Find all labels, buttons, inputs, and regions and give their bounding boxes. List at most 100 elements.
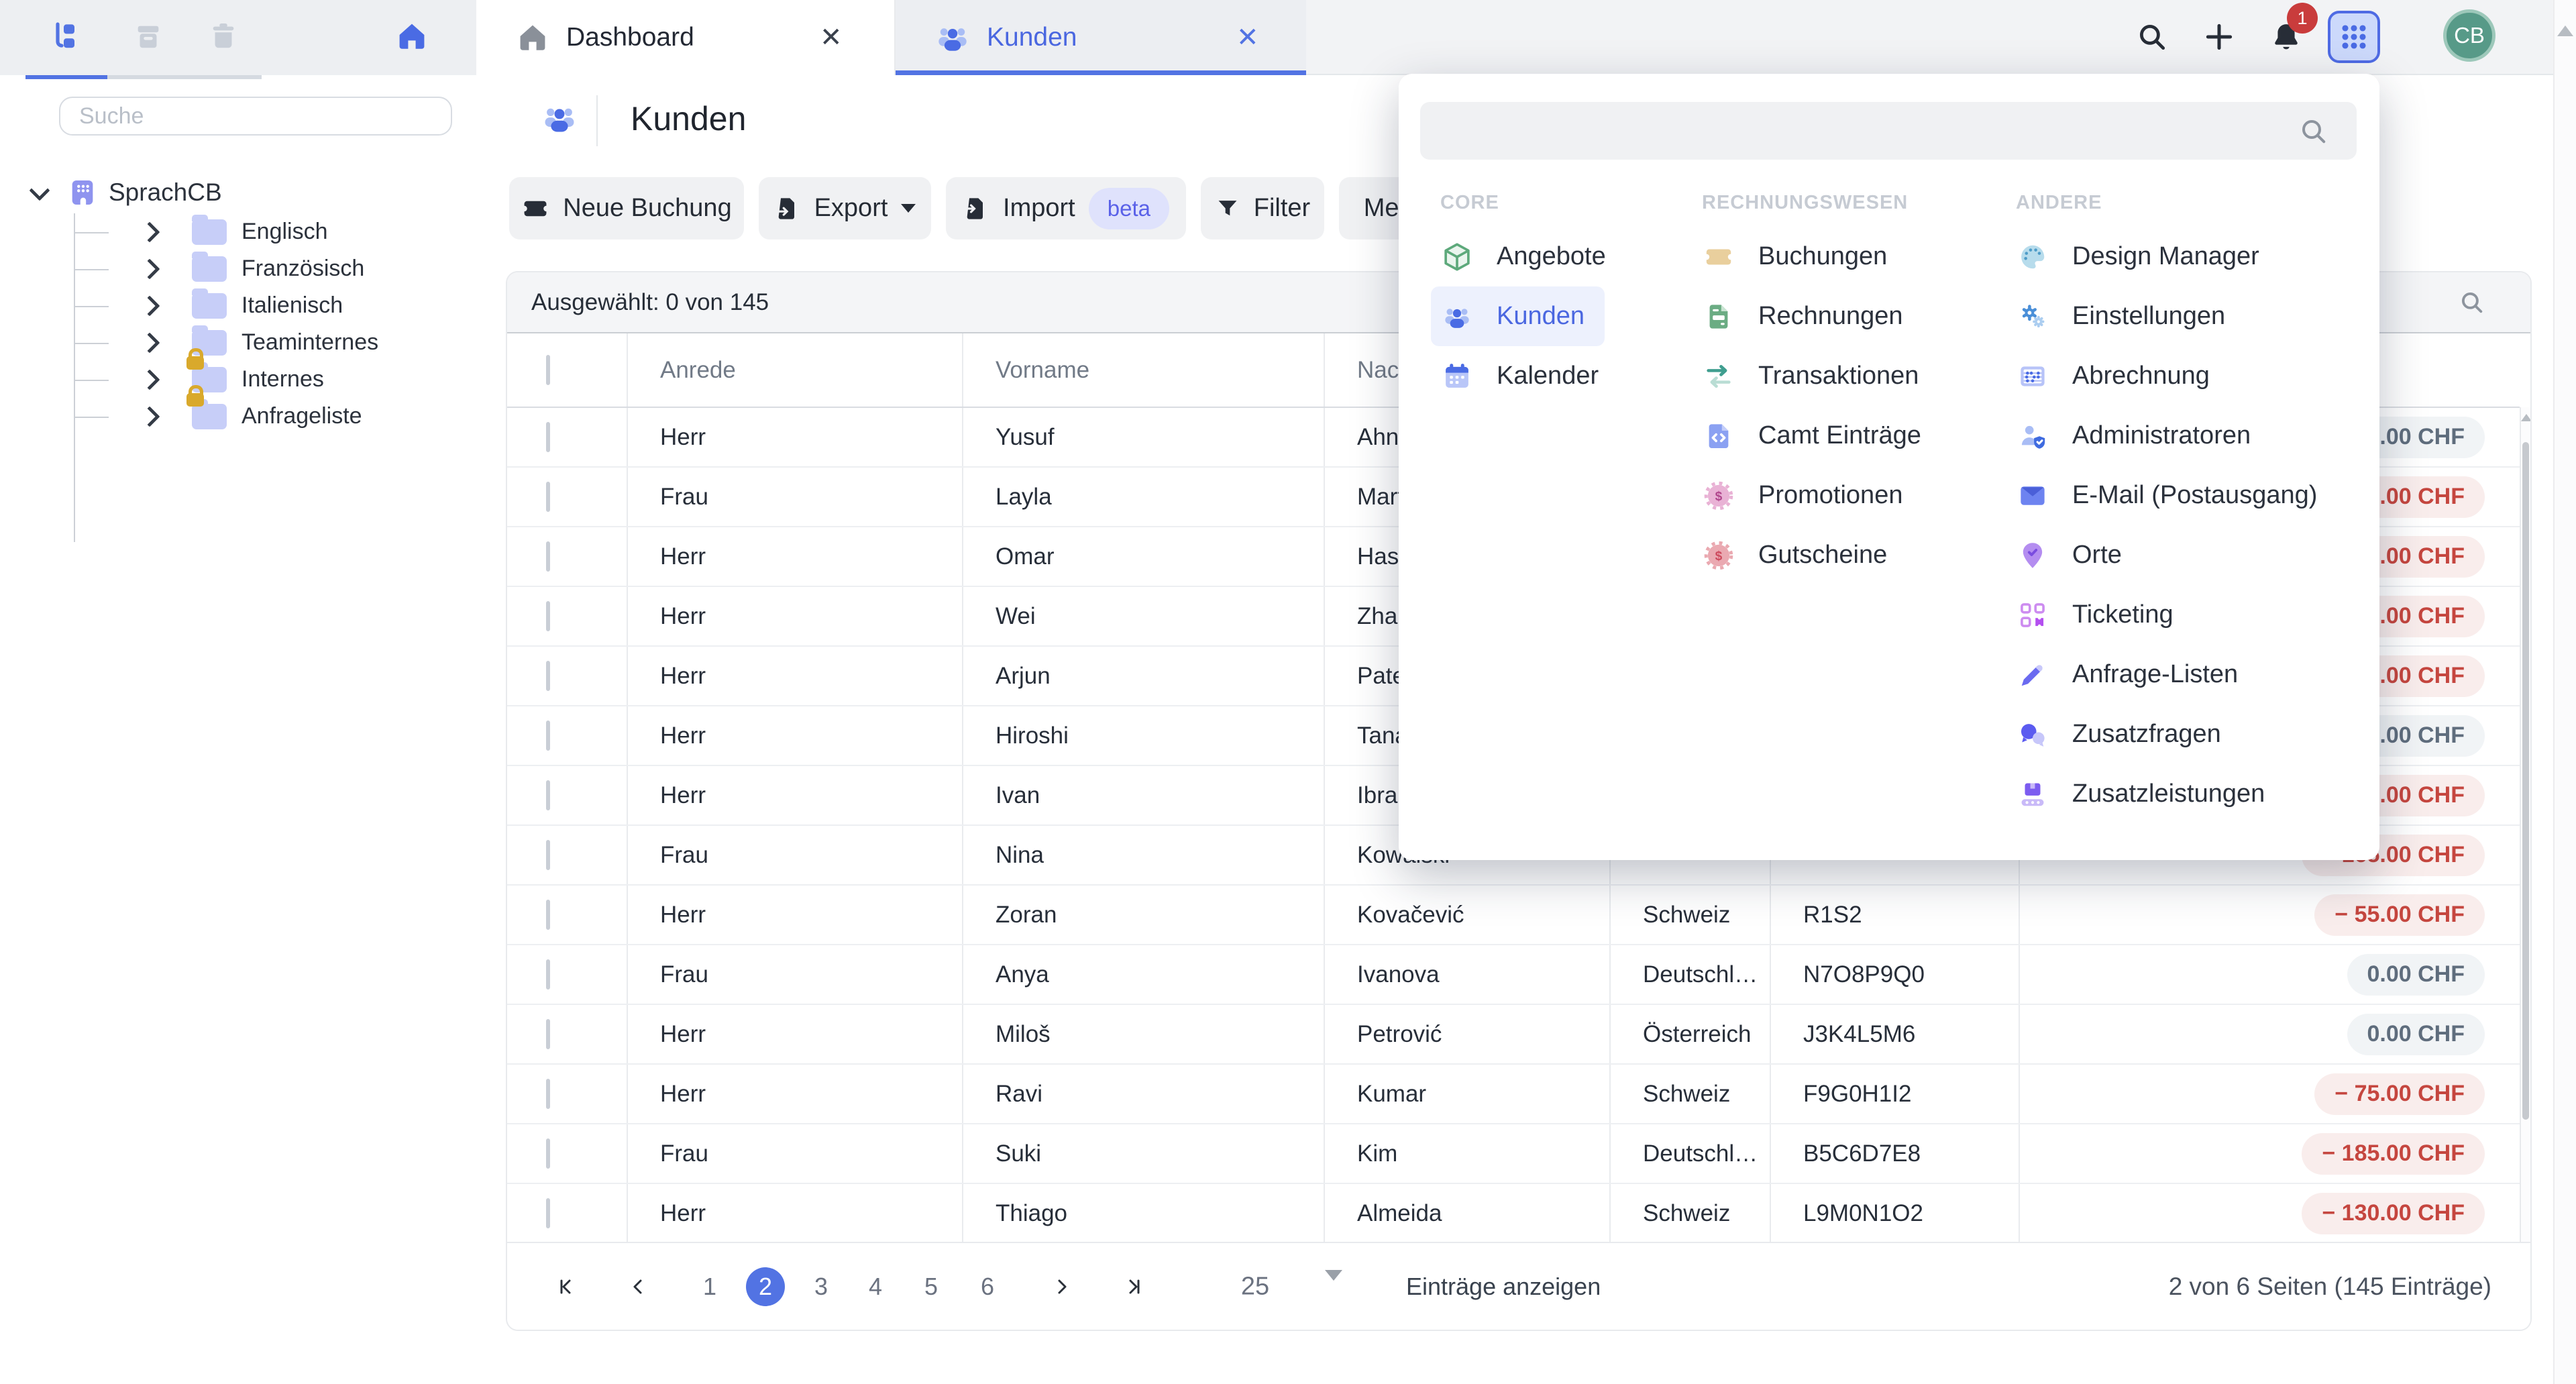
row-checkbox[interactable] — [546, 721, 550, 751]
launcher-item-zusatzfragen[interactable]: Zusatzfragen — [2006, 704, 2241, 764]
row-checkbox[interactable] — [546, 1198, 550, 1228]
row-checkbox[interactable] — [546, 959, 550, 990]
close-icon[interactable]: ✕ — [820, 22, 843, 53]
table-row[interactable]: HerrThiagoAlmeida SchweizL9M0N1O2 − 130.… — [507, 1183, 2520, 1243]
table-row[interactable]: FrauSukiKim DeutschlandB5C6D7E8 − 185.00… — [507, 1124, 2520, 1183]
launcher-item-email-postausgang[interactable]: E-Mail (Postausgang) — [2006, 466, 2337, 525]
export-button[interactable]: Export — [759, 177, 931, 239]
archive-icon[interactable] — [133, 21, 165, 54]
plus-icon[interactable] — [2202, 20, 2236, 54]
launcher-item-abrechnung[interactable]: Abrechnung — [2006, 346, 2230, 406]
row-checkbox[interactable] — [546, 840, 550, 870]
launcher-item-zusatzleistungen[interactable]: Zusatzleistungen — [2006, 764, 2285, 824]
trash-icon[interactable] — [208, 20, 240, 52]
scroll-up-arrow[interactable] — [2521, 414, 2532, 421]
chevron-right-icon[interactable] — [139, 332, 160, 353]
row-checkbox[interactable] — [546, 541, 550, 572]
row-checkbox[interactable] — [546, 601, 550, 631]
select-all-checkbox[interactable] — [546, 355, 550, 385]
next-page-button[interactable] — [1049, 1275, 1073, 1299]
home-icon[interactable] — [396, 20, 428, 52]
page-4-button[interactable]: 4 — [869, 1273, 882, 1301]
chevron-right-icon[interactable] — [139, 369, 160, 390]
row-checkbox[interactable] — [546, 780, 550, 810]
tree-item-anfrageliste[interactable]: Anfrageliste — [0, 398, 476, 435]
launcher-item-administratoren[interactable]: Administratoren — [2006, 406, 2271, 466]
close-icon[interactable]: ✕ — [1236, 22, 1259, 53]
row-checkbox[interactable] — [546, 1019, 550, 1049]
avatar[interactable]: CB — [2443, 9, 2496, 62]
row-checkbox[interactable] — [546, 1079, 550, 1109]
page-2-button-active[interactable]: 2 — [746, 1267, 785, 1306]
chevron-right-icon[interactable] — [139, 221, 160, 242]
neue-buchung-button[interactable]: Neue Buchung — [509, 177, 744, 239]
tree-root-sprachcb[interactable]: SprachCB — [0, 172, 476, 213]
table-scrollbar[interactable] — [2520, 407, 2530, 1243]
tree-item-internes[interactable]: Internes — [0, 361, 476, 398]
page-1-button[interactable]: 1 — [703, 1273, 716, 1301]
tree-item-franzoesisch[interactable]: Französisch — [0, 250, 476, 287]
prev-page-button[interactable] — [627, 1275, 651, 1299]
row-checkbox[interactable] — [546, 661, 550, 691]
launcher-item-angebote[interactable]: Angebote — [1431, 227, 1626, 286]
row-checkbox[interactable] — [546, 900, 550, 930]
search-icon[interactable] — [2135, 20, 2169, 54]
row-checkbox[interactable] — [546, 1138, 550, 1169]
table-row[interactable]: HerrRaviKumar SchweizF9G0H1I2 − 75.00 CH… — [507, 1064, 2520, 1124]
voucher-seal-icon: $ — [1703, 540, 1734, 571]
chevron-right-icon[interactable] — [139, 258, 160, 279]
chevron-right-icon[interactable] — [139, 295, 160, 316]
tab-kunden[interactable]: Kunden ✕ — [896, 0, 1306, 75]
page-title: Kunden — [631, 99, 746, 138]
launcher-item-ticketing[interactable]: Ticketing — [2006, 585, 2194, 645]
launcher-item-transaktionen[interactable]: Transaktionen — [1693, 346, 1939, 406]
launcher-item-einstellungen[interactable]: Einstellungen — [2006, 286, 2245, 346]
launcher-item-camt-eintraege[interactable]: Camt Einträge — [1693, 406, 1941, 466]
scrollbar-thumb[interactable] — [2522, 442, 2529, 1120]
selection-summary: Ausgewählt: 0 von 145 — [531, 272, 769, 332]
row-checkbox[interactable] — [546, 422, 550, 452]
page-scrollbar[interactable] — [2553, 0, 2576, 1384]
launcher-item-buchungen[interactable]: Buchungen — [1693, 227, 1907, 286]
last-page-button[interactable] — [1121, 1275, 1145, 1299]
tree-item-teaminternes[interactable]: Teaminternes — [0, 324, 476, 361]
launcher-item-kalender[interactable]: Kalender — [1431, 346, 1619, 406]
file-import-icon — [963, 195, 989, 222]
first-page-button[interactable] — [555, 1275, 579, 1299]
import-button[interactable]: Import beta — [946, 177, 1186, 239]
page-6-button[interactable]: 6 — [981, 1273, 994, 1301]
row-checkbox[interactable] — [546, 482, 550, 512]
chevron-down-icon[interactable] — [29, 180, 50, 201]
sidebar-hscroll-track[interactable] — [107, 75, 262, 79]
launcher-item-design-manager[interactable]: Design Manager — [2006, 227, 2279, 286]
launcher-item-promotionen[interactable]: $ Promotionen — [1693, 466, 1923, 525]
tree-item-englisch[interactable]: Englisch — [0, 213, 476, 250]
table-row[interactable]: HerrMilošPetrović ÖsterreichJ3K4L5M6 0.0… — [507, 1004, 2520, 1064]
launcher-item-gutscheine[interactable]: $ Gutscheine — [1693, 525, 1907, 585]
sidebar-search-input[interactable] — [59, 97, 452, 136]
page-5-button[interactable]: 5 — [924, 1273, 938, 1301]
tab-dashboard[interactable]: Dashboard ✕ — [476, 0, 896, 75]
launcher-item-anfrage-listen[interactable]: Anfrage-Listen — [2006, 645, 2258, 704]
app-grid-button[interactable] — [2328, 11, 2380, 63]
page-size-select[interactable]: 25 — [1241, 1272, 1269, 1301]
page-3-button[interactable]: 3 — [814, 1273, 828, 1301]
tree-item-italienisch[interactable]: Italienisch — [0, 287, 476, 324]
launcher-search-input[interactable] — [1420, 102, 2357, 160]
launcher-item-kunden[interactable]: Kunden — [1431, 286, 1605, 346]
table-row[interactable]: FrauAnyaIvanova DeutschlandN7O8P9Q0 0.00… — [507, 945, 2520, 1004]
sidebar-hscroll-thumb[interactable] — [25, 75, 107, 79]
launcher-item-rechnungen[interactable]: Rechnungen — [1693, 286, 1923, 346]
invoice-icon — [1703, 301, 1734, 332]
chevron-down-icon[interactable] — [1325, 1281, 1342, 1293]
column-header-anrede[interactable]: Anrede — [627, 333, 963, 407]
table-row[interactable]: HerrZoranKovačević SchweizR1S2 − 55.00 C… — [507, 885, 2520, 945]
filter-button[interactable]: Filter — [1201, 177, 1324, 239]
launcher-item-orte[interactable]: Orte — [2006, 525, 2142, 585]
folder-tree-icon[interactable] — [51, 20, 83, 52]
table-search-icon[interactable] — [2458, 288, 2486, 317]
tab-bar: Dashboard ✕ Kunden ✕ 1 CB — [476, 0, 2553, 75]
chevron-right-icon[interactable] — [139, 406, 160, 427]
column-header-vorname[interactable]: Vorname — [963, 333, 1324, 407]
scroll-up-arrow[interactable] — [2557, 25, 2573, 36]
